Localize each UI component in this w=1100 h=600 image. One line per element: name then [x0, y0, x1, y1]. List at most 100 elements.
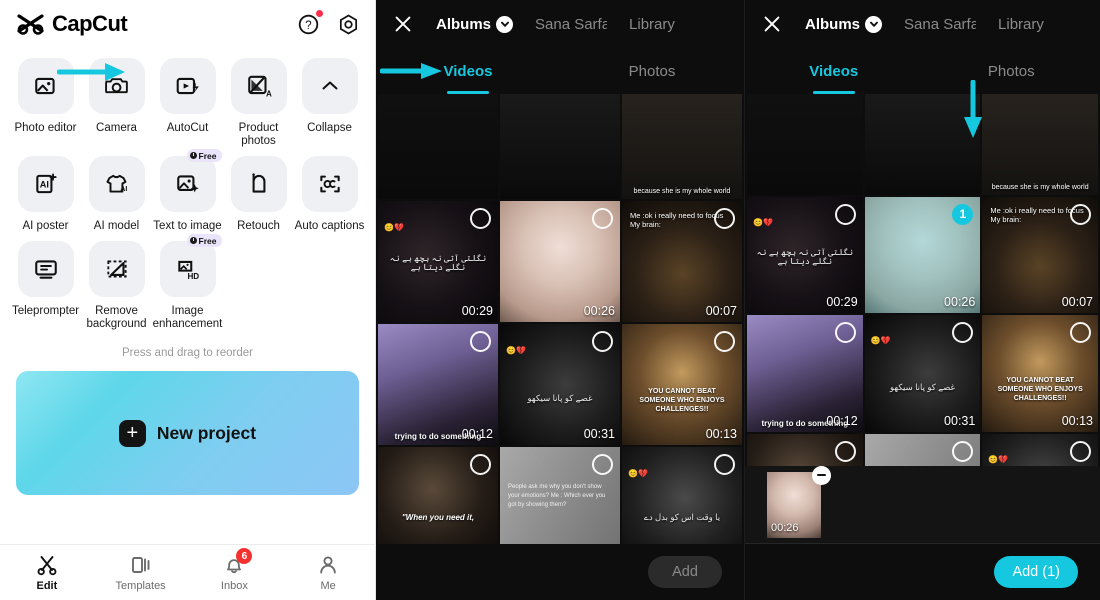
thumb-item[interactable]: 😊💔 غصے کو پانا سیکھو 00:31 [500, 323, 620, 445]
thumb-item[interactable]: 😊💔 نگلتی آتی نہ بچھ ہے نہ نگلے دیتا ہے 0… [378, 200, 498, 322]
tool-label: Product photos [238, 122, 279, 147]
tray-item[interactable]: 00:26 [767, 465, 831, 538]
subtab-videos[interactable]: Videos [376, 48, 560, 94]
free-badge: Free [186, 234, 222, 247]
thumb-item[interactable]: 😊💔 نگلتی آتی نہ بچھ ہے نہ نگلے دیتا ہے 0… [747, 196, 863, 314]
thumb-item[interactable]: trying to do something 00:12 [378, 323, 498, 445]
tool-photo-editor[interactable]: Photo editor [10, 52, 81, 148]
thumb-partial-b[interactable] [864, 94, 981, 195]
media-picker-after: Albums Sana Sarfaraz Library Vid [745, 0, 1100, 600]
thumb-duration: 00:13 [705, 426, 737, 441]
thumb-select-circle[interactable] [834, 322, 856, 344]
free-badge-label: Free [198, 150, 217, 161]
new-project-label: New project [156, 422, 257, 443]
tool-label: Teleprompter [11, 305, 80, 317]
text-to-image-icon: Free [159, 149, 222, 212]
thumb-item-selected[interactable]: 1 00:26 [864, 196, 981, 314]
tool-teleprompter[interactable]: Teleprompter [10, 235, 81, 331]
thumb-caption: People ask me why you don't show your em… [508, 484, 606, 509]
photo-editor-icon [17, 58, 74, 114]
retouch-icon [230, 156, 287, 212]
thumb-emojis: 😊💔 [628, 468, 648, 478]
thumb-select-circle[interactable] [470, 207, 491, 229]
thumb-item[interactable]: Me :ok i really need to focus My brain: … [622, 200, 742, 322]
thumb-select-circle[interactable] [714, 330, 735, 352]
selected-media-tray: 00:26 [745, 465, 1100, 544]
thumb-select-circle[interactable] [1069, 203, 1091, 225]
nav-item-inbox[interactable]: 6 Inbox [188, 548, 282, 592]
subtab-photos[interactable]: Photos [560, 48, 744, 94]
thumb-select-circle[interactable] [714, 453, 735, 475]
thumb-select-circle[interactable] [834, 440, 856, 462]
thumb-grid-mid: because she is my whole world 😊💔 نگلتی آ… [376, 94, 744, 600]
tool-autocut[interactable]: AutoCut [152, 52, 223, 148]
new-project-button[interactable]: + New project [16, 371, 359, 495]
thumb-partial-a[interactable] [378, 94, 498, 199]
tool-product-photos[interactable]: AI Product photos [223, 52, 294, 148]
thumb-duration: 00:31 [944, 413, 976, 428]
thumb-emojis: 😊💔 [988, 454, 1009, 464]
tool-label: Retouch [237, 220, 280, 232]
top-tab-library[interactable]: Library [998, 16, 1044, 33]
help-icon[interactable]: ? [295, 10, 323, 37]
subtab-videos[interactable]: Videos [745, 48, 923, 94]
thumb-item[interactable]: 00:26 [500, 200, 620, 322]
thumb-partial-a[interactable] [747, 94, 863, 195]
top-tab-albums[interactable]: Albums [805, 15, 883, 33]
top-tab-album-name[interactable]: Sana Sarfaraz [535, 16, 607, 33]
thumb-partial-c[interactable]: because she is my whole world [982, 94, 1098, 195]
thumb-caption: نگلتی آتی نہ بچھ ہے نہ نگلے دیتا ہے [389, 253, 487, 273]
thumb-partial-c[interactable]: because she is my whole world [622, 94, 742, 199]
top-tab-library[interactable]: Library [629, 16, 675, 33]
thumb-duration: 00:26 [944, 295, 976, 310]
thumb-caption: YOU CANNOT BEAT SOMEONE WHO ENJOYS CHALL… [997, 376, 1083, 402]
thumb-duration: 00:07 [705, 303, 737, 318]
close-icon[interactable] [390, 11, 416, 37]
thumb-item[interactable]: YOU CANNOT BEAT SOMEONE WHO ENJOYS CHALL… [622, 323, 742, 445]
close-icon[interactable] [759, 11, 785, 37]
thumb-select-circle[interactable] [470, 330, 491, 352]
tool-retouch[interactable]: Retouch [223, 150, 294, 233]
top-tab-album-name[interactable]: Sana Sarfaraz [904, 16, 976, 33]
image-enhancement-icon: Free HD [159, 234, 222, 297]
thumb-select-circle[interactable] [592, 453, 613, 475]
thumb-select-circle[interactable] [592, 330, 613, 352]
remove-icon[interactable] [812, 465, 831, 485]
thumb-select-circle[interactable] [592, 207, 613, 229]
thumb-select-circle[interactable] [834, 203, 856, 225]
tool-ai-model[interactable]: AI AI model [81, 150, 152, 233]
tool-collapse[interactable]: Collapse [294, 52, 365, 148]
thumb-duration: 00:12 [826, 413, 858, 428]
nav-item-edit[interactable]: Edit [0, 553, 94, 592]
tool-image-enhancement[interactable]: Free HD Image enhancement [152, 234, 223, 331]
tool-auto-captions[interactable]: Auto captions [294, 150, 365, 233]
picker-top-tabs-mid: Albums Sana Sarfaraz Library [436, 15, 675, 33]
thumb-item[interactable]: Me :ok i really need to focus My brain: … [982, 196, 1098, 314]
thumb-item[interactable]: YOU CANNOT BEAT SOMEONE WHO ENJOYS CHALL… [982, 315, 1098, 432]
thumb-caption: because she is my whole world [991, 183, 1089, 191]
thumb-item[interactable]: 😊💔 غصے کو پانا سیکھو 00:31 [864, 315, 981, 432]
tool-ai-poster[interactable]: AI AI poster [10, 150, 81, 233]
thumb-select-circle[interactable] [714, 207, 735, 229]
thumb-partial-b[interactable] [500, 94, 620, 199]
tool-camera[interactable]: Camera [81, 52, 152, 148]
settings-icon[interactable] [335, 11, 361, 37]
thumb-select-circle[interactable] [470, 453, 491, 475]
thumb-scroll-mid[interactable]: because she is my whole world 😊💔 نگلتی آ… [376, 94, 744, 600]
thumb-duration: 00:26 [583, 303, 615, 318]
subtab-photos[interactable]: Photos [923, 48, 1100, 94]
add-button[interactable]: Add [648, 556, 722, 588]
tool-remove-background[interactable]: Remove background [81, 235, 152, 331]
thumb-select-circle[interactable] [1069, 440, 1091, 462]
top-tab-albums[interactable]: Albums [436, 15, 514, 33]
add-button[interactable]: Add (1) [994, 556, 1078, 588]
thumb-select-badge[interactable]: 1 [952, 203, 974, 225]
thumb-item[interactable]: trying to do something 00:12 [747, 315, 863, 432]
thumb-caption: because she is my whole world [633, 187, 731, 195]
nav-label: Edit [36, 580, 58, 592]
nav-label: Me [320, 580, 336, 592]
close-glyph [395, 16, 411, 32]
nav-item-me[interactable]: Me [281, 553, 375, 592]
nav-item-templates[interactable]: Templates [94, 553, 188, 592]
tool-text-to-image[interactable]: Free Text to image [152, 149, 223, 233]
